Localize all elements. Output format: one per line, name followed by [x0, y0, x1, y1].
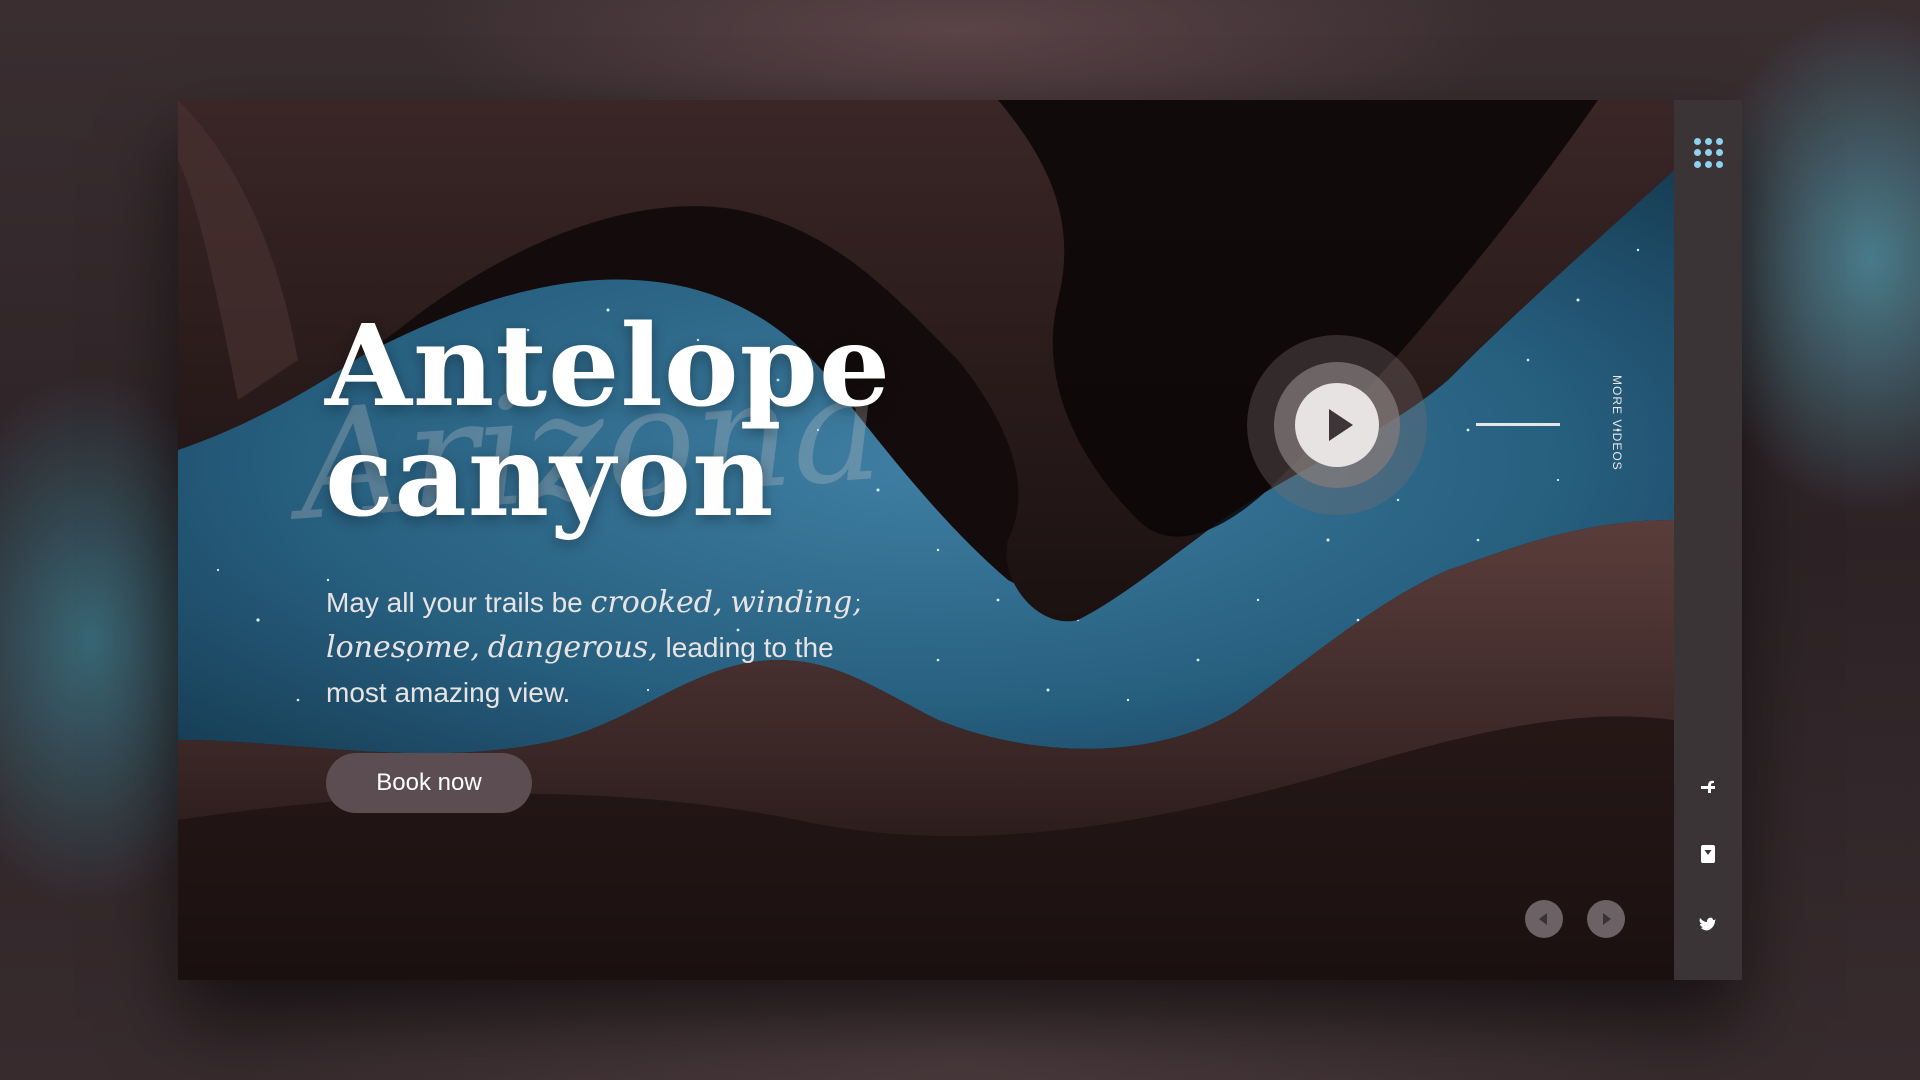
twitter-icon[interactable] — [1696, 912, 1720, 936]
play-icon — [1329, 409, 1353, 441]
hero-panel: Arizona Antelope canyon May all your tra… — [178, 100, 1674, 980]
tagline-word-winding: winding, — [730, 585, 862, 620]
tagline-word-lonesome: lonesome, — [326, 630, 480, 665]
video-divider-line — [1476, 423, 1560, 426]
hero-card: Arizona Antelope canyon May all your tra… — [178, 100, 1742, 980]
page-title: Antelope canyon — [325, 311, 891, 533]
chevron-right-icon — [1603, 913, 1611, 925]
chevron-left-icon — [1539, 913, 1547, 925]
tagline-intro: May all your trails be — [326, 587, 591, 618]
facebook-icon[interactable] — [1696, 774, 1720, 798]
tagline-word-dangerous: dangerous, — [487, 630, 658, 665]
title-line-2: canyon — [325, 411, 775, 542]
play-video-button[interactable] — [1274, 362, 1400, 488]
apps-grid-icon[interactable] — [1694, 138, 1724, 168]
tagline: May all your trails be crooked, winding,… — [326, 580, 886, 715]
play-button-face — [1295, 383, 1379, 467]
instagram-icon[interactable] — [1696, 842, 1720, 866]
tagline-word-crooked: crooked, — [590, 585, 723, 620]
more-videos-link[interactable]: MORE VIDEOS — [1610, 375, 1624, 475]
previous-slide-button[interactable] — [1525, 900, 1563, 938]
right-sidebar — [1674, 100, 1742, 980]
next-slide-button[interactable] — [1587, 900, 1625, 938]
book-now-button[interactable]: Book now — [326, 753, 532, 813]
